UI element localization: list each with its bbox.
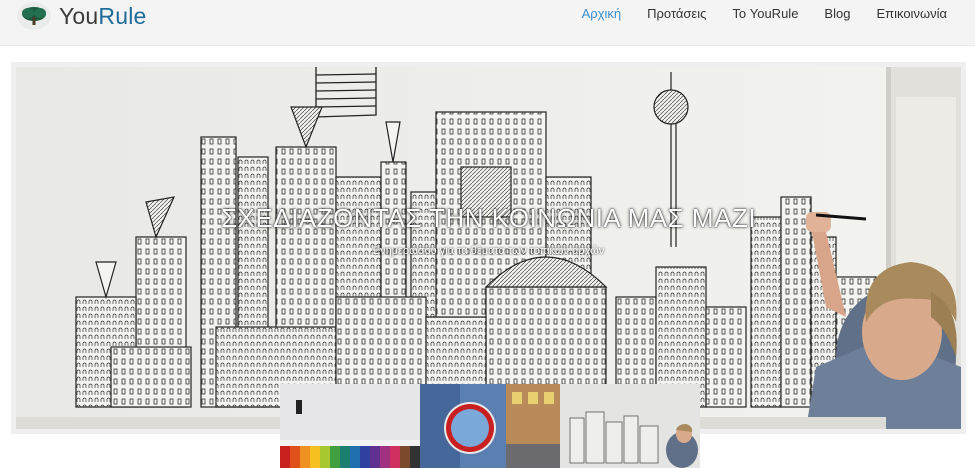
brand-name-part2: Rule: [98, 2, 147, 29]
carousel-thumbnails: [280, 384, 700, 468]
nav-home[interactable]: Αρχική: [569, 6, 635, 21]
brand-name-part1: You: [59, 2, 99, 29]
thumbnail-mural-drawing[interactable]: [560, 384, 700, 468]
nav-about[interactable]: Το YouRule: [719, 6, 811, 21]
brand-link[interactable]: YouRule: [15, 0, 147, 32]
hero-slide[interactable]: ΣΧΕΔΙΑΖΟΝΤΑΣ ΤΗΝ ΚΟΙΝΩΝΙΑ ΜΑΣ ΜΑΖΙ Ενημε…: [16, 67, 961, 429]
mural-drawing-image: [560, 384, 700, 468]
color-pencils-image: [280, 384, 420, 468]
nav-blog[interactable]: Blog: [811, 6, 863, 21]
road-sign-image: [420, 384, 560, 468]
nav-contact[interactable]: Επικοινωνία: [863, 6, 960, 21]
navbar: YouRule Αρχική Προτάσεις Το YouRule Blog…: [0, 0, 975, 46]
thumbnail-color-pencils[interactable]: [280, 384, 420, 468]
thumbnail-road-sign[interactable]: [420, 384, 560, 468]
hero-title: ΣΧΕΔΙΑΖΟΝΤΑΣ ΤΗΝ ΚΟΙΝΩΝΙΑ ΜΑΣ ΜΑΖΙ: [220, 203, 757, 233]
nav-proposals[interactable]: Προτάσεις: [634, 6, 719, 21]
hero-subtitle: Ενημερώσου για τα θέματα των τοπικών αρχ…: [372, 245, 605, 257]
tree-logo-icon: [17, 2, 51, 30]
main-nav: Αρχική Προτάσεις Το YouRule Blog Επικοιν…: [569, 6, 960, 21]
brand-name: YouRule: [59, 3, 147, 30]
hero-carousel: ΣΧΕΔΙΑΖΟΝΤΑΣ ΤΗΝ ΚΟΙΝΩΝΙΑ ΜΑΣ ΜΑΖΙ Ενημε…: [11, 62, 966, 434]
